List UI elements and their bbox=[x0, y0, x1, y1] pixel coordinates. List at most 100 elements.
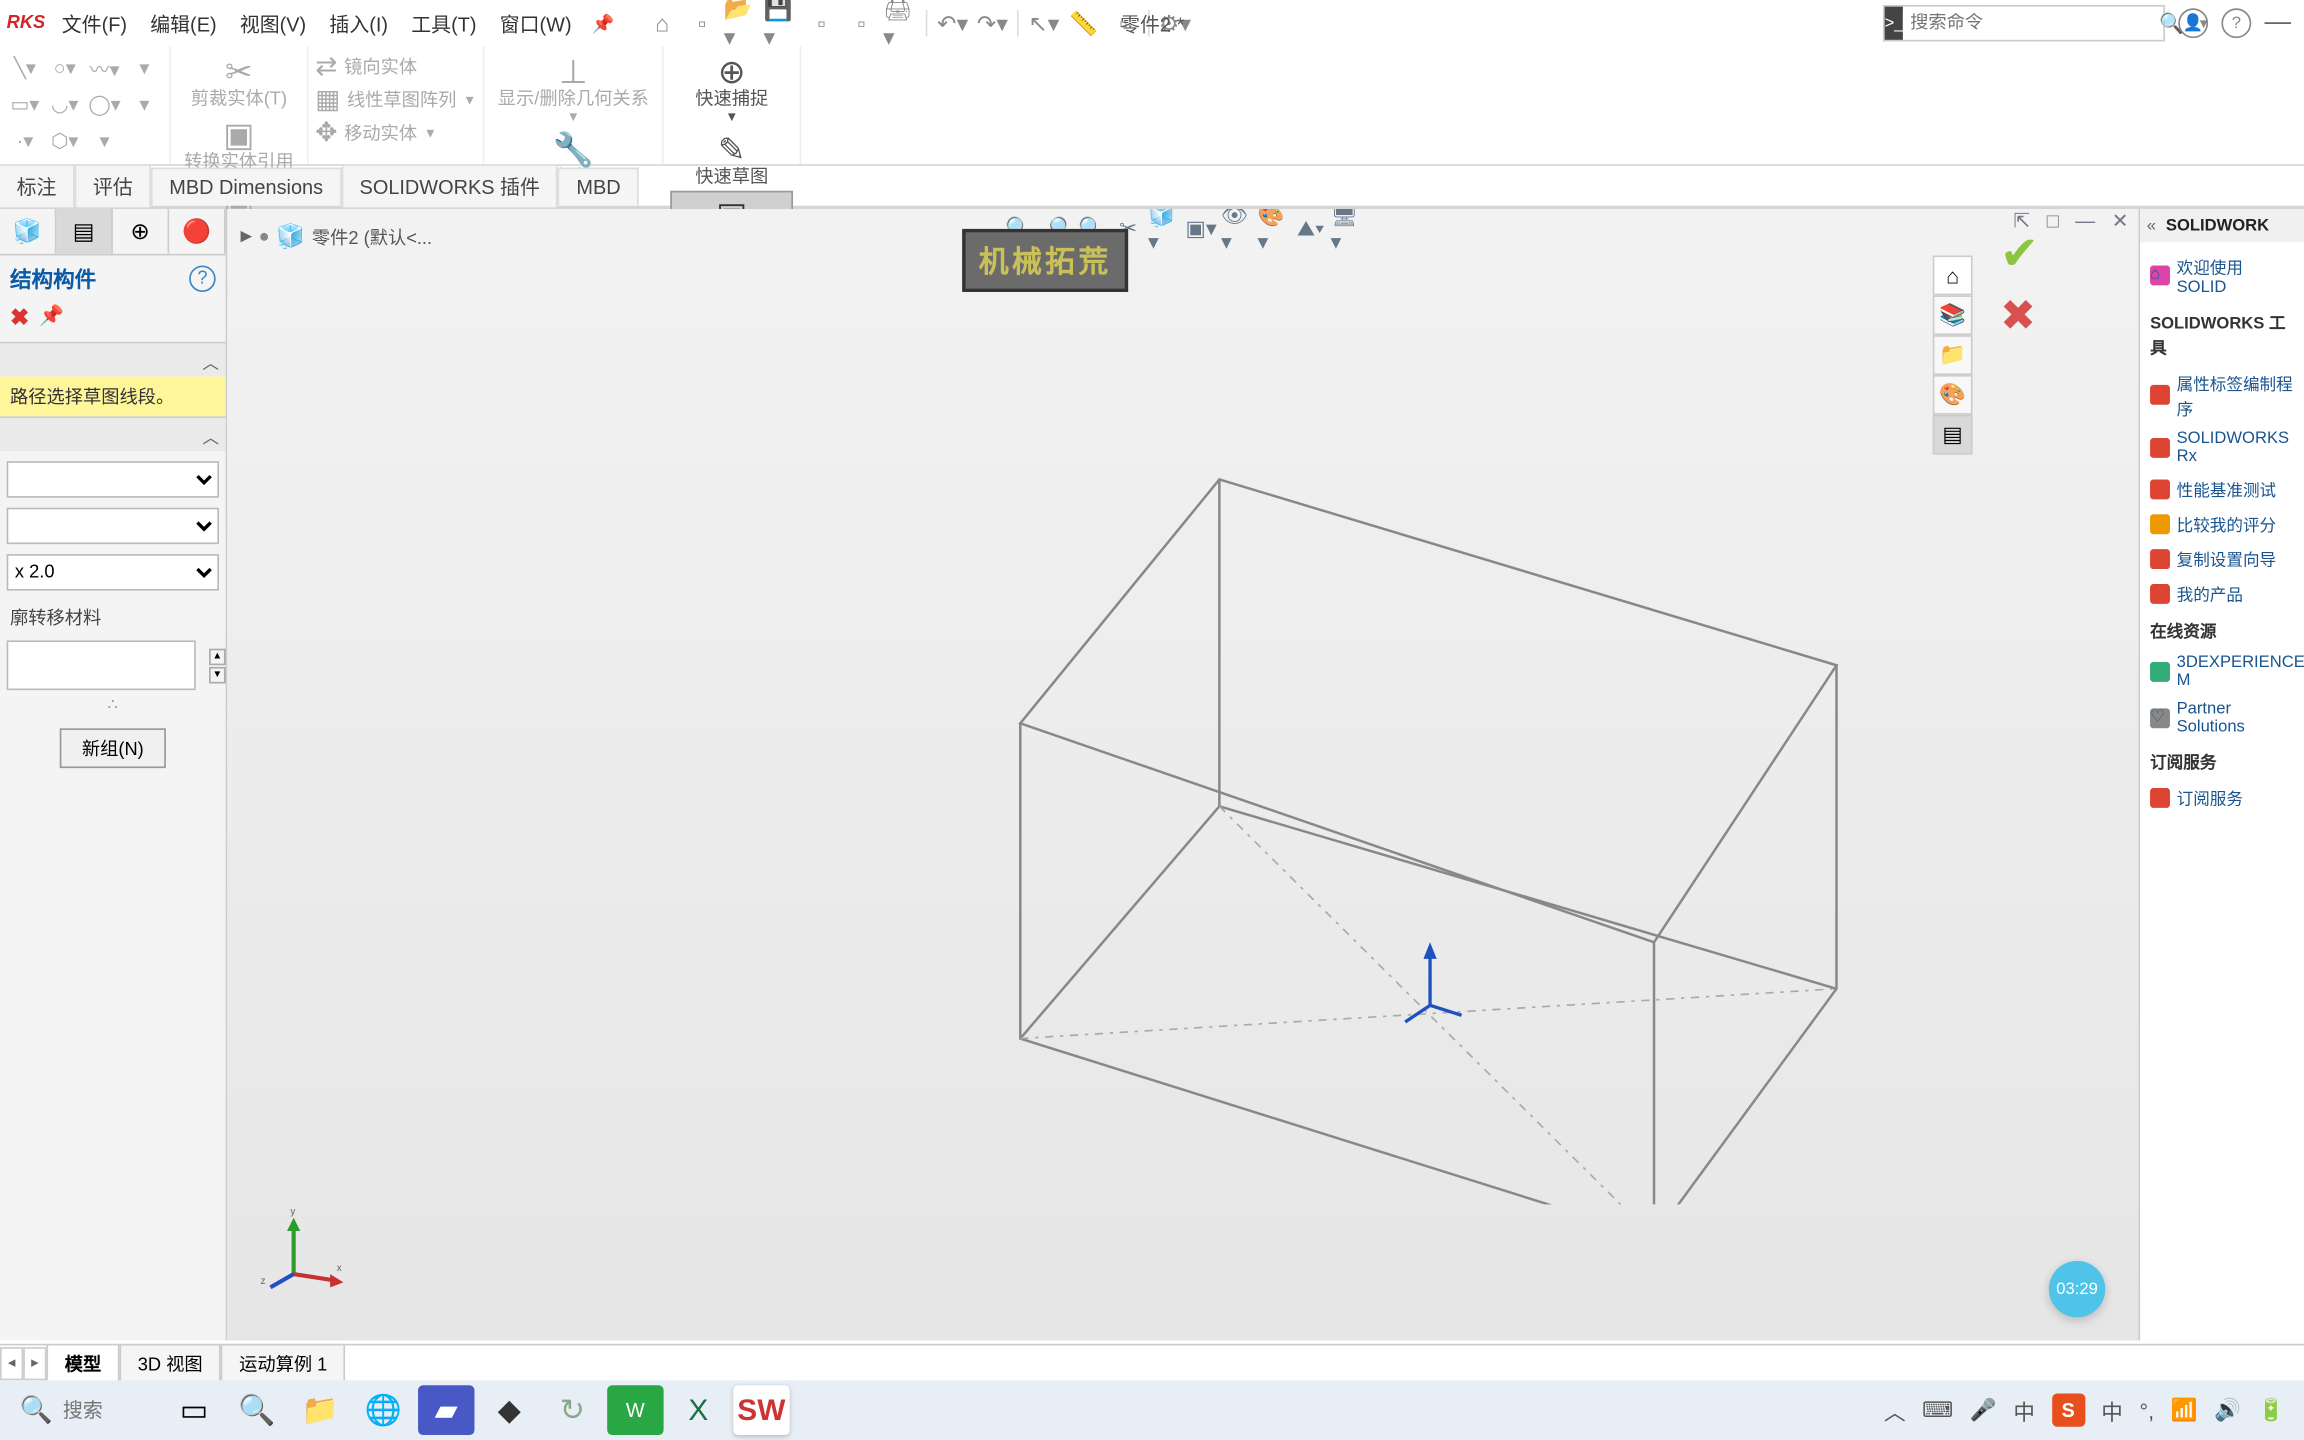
tp-3dexp[interactable]: 3DEXPERIENCE M bbox=[2150, 649, 2294, 695]
sogou-icon[interactable]: S bbox=[2052, 1394, 2085, 1427]
circle-dropdown[interactable]: ○▾ bbox=[46, 50, 82, 86]
home-icon[interactable]: ⌂ bbox=[644, 5, 680, 41]
start-search[interactable]: 🔍 bbox=[7, 1394, 159, 1427]
appearance-icon[interactable]: 🎨▾ bbox=[1258, 212, 1291, 245]
menu-window[interactable]: 窗口(W) bbox=[490, 6, 582, 41]
battery-icon[interactable]: 🔋 bbox=[2258, 1397, 2285, 1424]
menu-edit[interactable]: 编辑(E) bbox=[140, 6, 226, 41]
tp-partner[interactable]: ♡Partner Solutions bbox=[2150, 695, 2294, 741]
chevron-down-icon[interactable]: ▼ bbox=[424, 125, 437, 140]
confirm-ok-icon[interactable]: ✔ bbox=[2000, 226, 2039, 281]
show-relations-button[interactable]: ⊥显示/删除几何关系▼ bbox=[491, 50, 655, 128]
menu-view[interactable]: 视图(V) bbox=[230, 6, 316, 41]
search-input[interactable] bbox=[1904, 13, 2153, 33]
explorer-icon[interactable]: 📁 bbox=[292, 1385, 348, 1435]
rect-dropdown[interactable]: ▭▾ bbox=[7, 86, 43, 122]
wifi-icon[interactable]: 📶 bbox=[2171, 1397, 2198, 1424]
view-settings-icon[interactable]: 🖥▾ bbox=[1331, 212, 1364, 245]
spin-up-icon[interactable]: ▲ bbox=[209, 648, 226, 665]
tab-mbd[interactable]: MBD bbox=[558, 167, 639, 205]
pm-tab-property[interactable]: ▤ bbox=[56, 209, 112, 254]
tab-note[interactable]: 标注 bbox=[0, 164, 75, 207]
display-style-icon[interactable]: ▣▾ bbox=[1185, 212, 1218, 245]
tp-perf[interactable]: 性能基准测试 bbox=[2150, 471, 2294, 506]
edge-icon[interactable]: 🌐 bbox=[355, 1385, 411, 1435]
pm-tab-appearance[interactable]: 🔴 bbox=[169, 209, 225, 254]
minimize-icon[interactable]: — bbox=[2265, 8, 2292, 38]
tp-library-icon[interactable]: 📚 bbox=[1933, 295, 1973, 335]
confirm-cancel-icon[interactable]: ✖ bbox=[2000, 290, 2039, 341]
tab-next-icon[interactable]: ▸ bbox=[23, 1346, 46, 1379]
ruler-icon[interactable]: 📏 bbox=[1065, 5, 1101, 41]
polygon-dropdown[interactable]: ⬡▾ bbox=[46, 123, 82, 159]
select-icon[interactable]: ↖▾ bbox=[1026, 5, 1062, 41]
move-label[interactable]: 移动实体 bbox=[344, 119, 417, 146]
tp-prop-tab[interactable]: 属性标签编制程序 bbox=[2150, 365, 2294, 425]
point-dropdown[interactable]: ·▾ bbox=[7, 123, 43, 159]
taskbar-search-input[interactable] bbox=[63, 1399, 146, 1422]
ellipse-dropdown[interactable]: ◯▾ bbox=[86, 86, 122, 122]
spline-dropdown[interactable]: 〰▾ bbox=[86, 50, 122, 86]
mirror-label[interactable]: 镜向实体 bbox=[344, 53, 417, 80]
user-icon[interactable]: 👤 bbox=[2178, 8, 2208, 38]
tray-up-icon[interactable]: ︿ bbox=[1884, 1394, 1906, 1426]
excel-icon[interactable]: X bbox=[670, 1385, 726, 1435]
tab-prev-icon[interactable]: ◂ bbox=[0, 1346, 23, 1379]
speaker-icon[interactable]: 🔊 bbox=[2214, 1397, 2241, 1424]
tp-home-icon[interactable]: ⌂ bbox=[1933, 255, 1973, 295]
ime-label[interactable]: 中 bbox=[2101, 1394, 2123, 1426]
search-app-icon[interactable]: 🔍 bbox=[229, 1385, 285, 1435]
chevron-down-icon[interactable]: ▾ bbox=[126, 50, 162, 86]
tp-subscription[interactable]: 订阅服务 bbox=[2150, 780, 2294, 815]
pm-group-list[interactable] bbox=[7, 640, 196, 690]
pin-icon[interactable]: 📌 bbox=[592, 12, 615, 34]
tp-my-products[interactable]: 我的产品 bbox=[2150, 576, 2294, 611]
chevron-up-icon[interactable]: ︿ bbox=[202, 348, 219, 373]
arc-dropdown[interactable]: ◡▾ bbox=[46, 86, 82, 122]
tp-custom-icon[interactable]: ▤ bbox=[1933, 415, 1973, 455]
copy-icon[interactable]: ▫ bbox=[843, 5, 879, 41]
chevron-up-icon[interactable]: ︿ bbox=[202, 422, 219, 447]
pm-pin-icon[interactable]: 📌 bbox=[39, 304, 64, 332]
menu-insert[interactable]: 插入(I) bbox=[319, 6, 398, 41]
pm-tab-feature[interactable]: 🧊 bbox=[0, 209, 56, 254]
pm-size-select[interactable]: x 2.0 bbox=[7, 554, 219, 590]
tp-view-icon[interactable]: 🎨 bbox=[1933, 375, 1973, 415]
collapse-icon[interactable]: « bbox=[2147, 216, 2156, 234]
tp-rx[interactable]: SOLIDWORKS Rx bbox=[2150, 425, 2294, 471]
tab-3dview[interactable]: 3D 视图 bbox=[119, 1344, 220, 1382]
spin-down-icon[interactable]: ▼ bbox=[209, 666, 226, 683]
view-triad[interactable]: y x z bbox=[260, 1208, 343, 1291]
scene-icon[interactable]: ⛰▾ bbox=[1294, 212, 1327, 245]
tp-welcome[interactable]: ⌂欢迎使用 SOLID bbox=[2150, 249, 2294, 302]
pm-standard-select[interactable] bbox=[7, 461, 219, 497]
help-icon[interactable]: ? bbox=[2221, 8, 2251, 38]
keyboard-icon[interactable]: ⌨ bbox=[1922, 1397, 1953, 1424]
command-search[interactable]: >_ 🔍 ▼ bbox=[1883, 5, 2165, 41]
open-icon[interactable]: 📂▾ bbox=[724, 5, 760, 41]
pm-cancel-icon[interactable]: ✖ bbox=[10, 304, 29, 332]
graphics-area[interactable]: ▶ ● 🧊 零件2 (默认<... 🔍 🔎 🔍 ✂ 🧊▾ ▣▾ 👁▾ 🎨▾ ⛰▾… bbox=[227, 209, 2138, 1340]
chevron-down-icon[interactable]: ▼ bbox=[463, 92, 476, 107]
breadcrumb-part[interactable]: 零件2 (默认<... bbox=[312, 223, 432, 250]
wechat-icon[interactable]: W bbox=[607, 1385, 663, 1435]
rapid-snap-button[interactable]: ⊕快速捕捉▼ bbox=[670, 50, 793, 128]
print-icon[interactable]: 🖨▾ bbox=[883, 5, 919, 41]
line-dropdown[interactable]: ╲▾ bbox=[7, 50, 43, 86]
tab-mbd-dim[interactable]: MBD Dimensions bbox=[151, 167, 341, 205]
app-icon[interactable]: ▰ bbox=[418, 1385, 474, 1435]
pm-tab-config[interactable]: ⊕ bbox=[113, 209, 169, 254]
text-dropdown[interactable]: ▾ bbox=[86, 123, 122, 159]
tp-copy-wizard[interactable]: 复制设置向导 bbox=[2150, 541, 2294, 576]
pm-help-icon[interactable]: ? bbox=[189, 265, 216, 292]
task-view-icon[interactable]: ▭ bbox=[166, 1385, 222, 1435]
expand-icon[interactable]: ▶ bbox=[241, 227, 252, 245]
redo-icon[interactable]: ↷▾ bbox=[974, 5, 1010, 41]
undo-icon[interactable]: ↶▾ bbox=[934, 5, 970, 41]
tab-eval[interactable]: 评估 bbox=[75, 164, 151, 207]
ime-icon[interactable]: 中 bbox=[2013, 1394, 2035, 1426]
tab-model[interactable]: 模型 bbox=[46, 1344, 119, 1382]
trim-button[interactable]: ✂剪裁实体(T) bbox=[178, 50, 301, 113]
menu-file[interactable]: 文件(F) bbox=[52, 6, 137, 41]
pm-type-select[interactable] bbox=[7, 508, 219, 544]
